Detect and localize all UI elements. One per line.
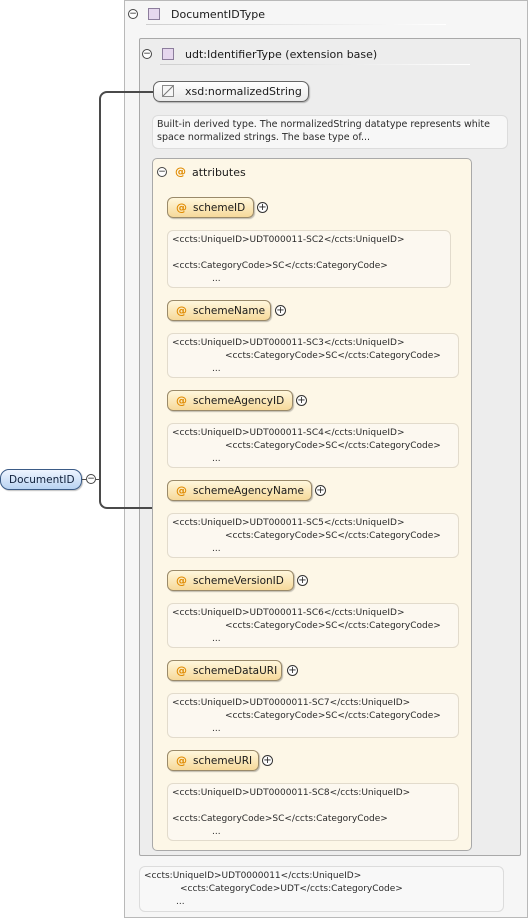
attribute-name: schemeDataURI [193,665,278,677]
doc-line: <ccts:CategoryCode>UDT</ccts:CategoryCod… [180,884,403,894]
doc-line: ... [212,724,221,734]
collapse-attributes-icon[interactable]: − [157,167,167,177]
doc-line: ... [212,364,221,374]
doc-line: <ccts:CategoryCode>SC</ccts:CategoryCode… [225,621,441,631]
expand-plus-icon[interactable]: + [262,755,273,766]
doc-line: ... [176,897,185,907]
simple-type-doc-line: space normalized strings. The base type … [157,132,371,143]
attribute-node-schemeagencyid[interactable]: @ schemeAgencyID [167,390,293,411]
simple-type-doc: Built-in derived type. The normalizedStr… [152,115,508,149]
base-type-icon [162,48,174,60]
complex-type-title: DocumentIDType [171,8,265,21]
expand-plus-icon[interactable]: + [257,202,268,213]
element-name: DocumentID [9,474,75,486]
attributes-group-label: attributes [192,166,246,179]
attribute-doc: <ccts:UniqueID>UDT000011-SC5</ccts:Uniqu… [167,513,459,558]
expand-plus-icon[interactable]: + [296,395,307,406]
doc-line: <ccts:UniqueID>UDT000011-SC4</ccts:Uniqu… [172,428,405,438]
attribute-name: schemeName [193,305,266,317]
attribute-at-icon: @ [176,201,187,214]
attribute-at-icon: @ [176,484,187,497]
collapse-base-type-icon[interactable]: − [142,49,152,59]
attribute-doc: <ccts:UniqueID>UDT000011-SC3</ccts:Uniqu… [167,333,459,378]
doc-line: <ccts:CategoryCode>SC</ccts:CategoryCode… [225,531,441,541]
doc-line: ... [212,544,221,554]
doc-line: <ccts:CategoryCode>SC</ccts:CategoryCode… [225,711,441,721]
base-type-title: udt:IdentifierType (extension base) [185,48,378,61]
attribute-node-schemeagencyname[interactable]: @ schemeAgencyName [167,480,312,501]
attribute-name: schemeVersionID [193,575,284,587]
attribute-name: schemeID [193,202,246,214]
expand-plus-icon[interactable]: + [287,665,298,676]
doc-line: <ccts:CategoryCode>SC</ccts:CategoryCode… [225,441,441,451]
collapse-complex-type-icon[interactable]: − [128,9,138,19]
doc-line: <ccts:UniqueID>UDT000011-SC3</ccts:Uniqu… [172,338,405,348]
hierarchy-connector [99,91,155,509]
doc-line: ... [212,274,221,284]
doc-line: <ccts:UniqueID>UDT0000011-SC8</ccts:Uniq… [172,788,411,798]
attribute-doc: <ccts:UniqueID>UDT000011-SC2</ccts:Uniqu… [167,230,451,288]
doc-line: ... [212,634,221,644]
simple-type-node[interactable]: xsd:normalizedString [153,81,309,102]
attribute-node-schemeid[interactable]: @ schemeID [167,197,254,218]
attribute-name: schemeAgencyName [193,485,304,497]
doc-line: <ccts:UniqueID>UDT0000011-SC7</ccts:Uniq… [172,698,411,708]
attribute-at-icon: @ [176,394,187,407]
expand-plus-icon[interactable]: + [297,575,308,586]
simple-type-doc-line: Built-in derived type. The normalizedStr… [157,119,490,130]
doc-line: <ccts:CategoryCode>SC</ccts:CategoryCode… [225,351,441,361]
simple-type-icon [162,85,174,97]
doc-line: <ccts:CategoryCode>SC</ccts:CategoryCode… [172,261,388,271]
element-connector-stub [96,479,101,480]
doc-line: <ccts:UniqueID>UDT0000011</ccts:UniqueID… [144,871,362,881]
attribute-at-icon: @ [176,574,187,587]
title-divider [146,24,446,25]
doc-line: <ccts:CategoryCode>SC</ccts:CategoryCode… [172,814,388,824]
attribute-doc: <ccts:UniqueID>UDT0000011-SC7</ccts:Uniq… [167,693,459,738]
complex-type-doc: <ccts:UniqueID>UDT0000011</ccts:UniqueID… [139,866,504,912]
doc-line: ... [212,454,221,464]
attribute-node-schemename[interactable]: @ schemeName [167,300,271,321]
element-node-documentid[interactable]: DocumentID [0,469,82,490]
collapse-element-icon[interactable]: − [86,474,96,484]
attribute-doc: <ccts:UniqueID>UDT0000011-SC8</ccts:Uniq… [167,783,459,841]
attribute-at-icon: @ [176,304,187,317]
attribute-name: schemeAgencyID [193,395,285,407]
attribute-name: schemeURI [193,755,253,767]
complex-type-icon [148,8,160,20]
expand-plus-icon[interactable]: + [315,485,326,496]
doc-line: <ccts:UniqueID>UDT000011-SC2</ccts:Uniqu… [172,235,405,245]
attribute-doc: <ccts:UniqueID>UDT000011-SC6</ccts:Uniqu… [167,603,459,648]
attribute-node-schemedatauri[interactable]: @ schemeDataURI [167,660,282,681]
doc-line: <ccts:UniqueID>UDT000011-SC5</ccts:Uniqu… [172,518,405,528]
expand-plus-icon[interactable]: + [275,305,286,316]
attribute-node-schemeversionid[interactable]: @ schemeVersionID [167,570,294,591]
simple-type-label: xsd:normalizedString [185,85,302,98]
attribute-at-icon: @ [175,165,186,178]
attribute-at-icon: @ [176,664,187,677]
attribute-node-schemeuri[interactable]: @ schemeURI [167,750,259,771]
doc-line: ... [212,827,221,837]
attribute-at-icon: @ [176,754,187,767]
doc-line: <ccts:UniqueID>UDT000011-SC6</ccts:Uniqu… [172,608,405,618]
base-title-divider [160,64,470,65]
attribute-doc: <ccts:UniqueID>UDT000011-SC4</ccts:Uniqu… [167,423,459,468]
